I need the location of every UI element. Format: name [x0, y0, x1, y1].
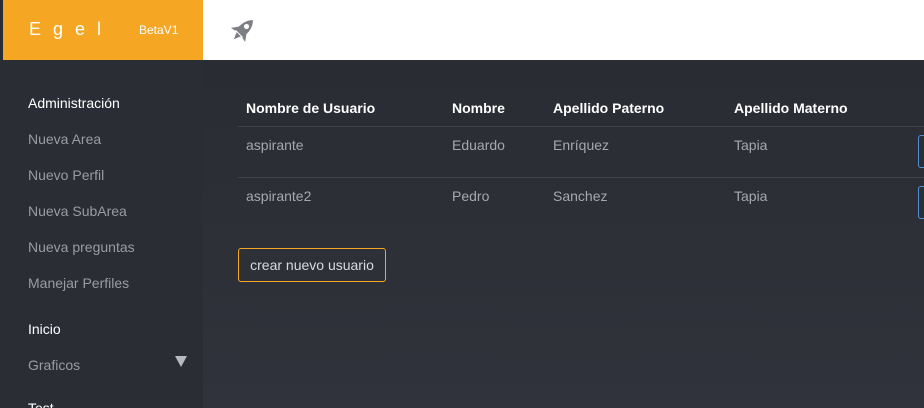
brand-name: Egel	[29, 19, 114, 39]
cell-nombre: Eduardo	[452, 137, 505, 153]
sidebar-item-nuevo-perfil[interactable]: Nuevo Perfil	[28, 167, 104, 183]
column-header-apellido-paterno: Apellido Paterno	[553, 100, 665, 116]
brand-version: BetaV1	[139, 23, 179, 37]
cell-apellido-materno: Tapia	[734, 137, 768, 153]
cell-apellido-paterno: Enríquez	[553, 137, 610, 153]
sidebar-header-test[interactable]: Test	[28, 400, 54, 408]
sidebar-item-nueva-area[interactable]: Nueva Area	[28, 131, 101, 147]
cell-apellido-materno: Tapia	[734, 188, 768, 204]
sidebar-header-inicio[interactable]: Inicio	[28, 321, 61, 337]
main-content: Nombre de Usuario Nombre Apellido Patern…	[203, 60, 924, 408]
column-header-apellido-materno: Apellido Materno	[734, 100, 848, 116]
column-header-username: Nombre de Usuario	[246, 100, 376, 116]
row-divider	[238, 126, 924, 127]
sidebar: Administración Nueva Area Nuevo Perfil N…	[3, 60, 203, 408]
cell-apellido-paterno: Sanchez	[553, 188, 608, 204]
sidebar-header-administracion: Administración	[28, 95, 120, 111]
topbar	[203, 0, 924, 60]
create-user-button[interactable]: crear nuevo usuario	[238, 248, 386, 282]
cell-username: aspirante2	[246, 188, 312, 204]
sidebar-item-manejar-perfiles[interactable]: Manejar Perfiles	[28, 275, 129, 291]
row-divider	[238, 177, 924, 178]
sidebar-item-graficos[interactable]: Graficos	[28, 357, 80, 373]
column-header-nombre: Nombre	[452, 100, 505, 116]
row-action-button[interactable]	[918, 186, 924, 219]
brand-bar[interactable]: Egel BetaV1	[3, 0, 203, 60]
cell-username: aspirante	[246, 137, 304, 153]
sidebar-item-nueva-preguntas[interactable]: Nueva preguntas	[28, 239, 135, 255]
caret-down-icon[interactable]	[175, 356, 187, 367]
rocket-icon[interactable]	[227, 14, 259, 46]
row-action-button[interactable]	[918, 135, 924, 168]
cell-nombre: Pedro	[452, 188, 490, 204]
sidebar-item-nueva-subarea[interactable]: Nueva SubArea	[28, 203, 127, 219]
